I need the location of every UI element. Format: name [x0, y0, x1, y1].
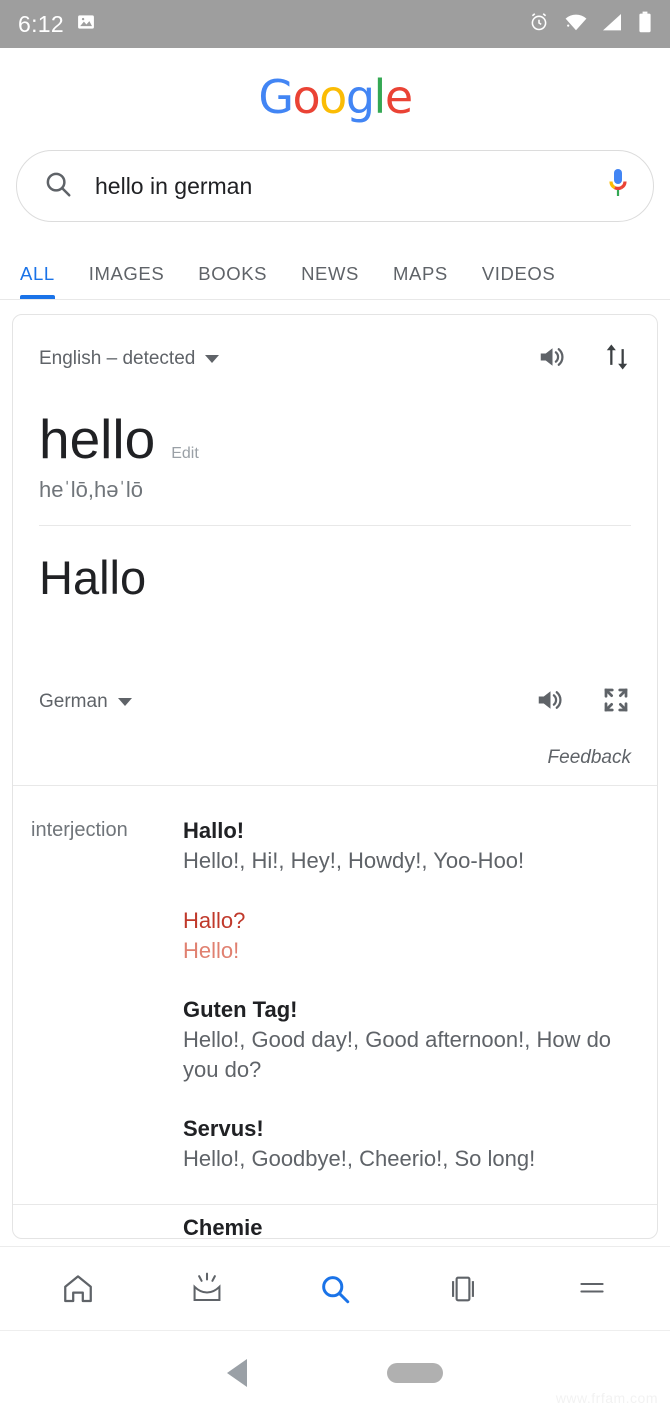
logo-letter-5: e: [384, 70, 413, 124]
appbar-item-menu[interactable]: [557, 1259, 627, 1319]
tab-news[interactable]: NEWS: [301, 263, 359, 299]
watermark: www.frfam.com: [555, 1390, 658, 1406]
target-language-selector[interactable]: German: [39, 691, 132, 713]
android-nav-bar[interactable]: www.frfam.com: [0, 1330, 670, 1414]
source-phonetic: heˈlō,həˈlō: [39, 476, 143, 502]
speaker-icon[interactable]: [533, 685, 567, 720]
google-logo: Google: [0, 48, 670, 124]
dictionary-section: interjection Hallo! Hello!, Hi!, Hey!, Ho…: [13, 785, 657, 1203]
translate-source-header: English – detected: [39, 339, 631, 379]
sense-term: Hallo?: [183, 907, 246, 933]
status-bar-right: [528, 11, 652, 38]
sense-item: Servus! Hello!, Goodbye!, Cheerio!, So lo…: [183, 1114, 639, 1173]
nav-home-pill[interactable]: [387, 1362, 443, 1383]
feedback-link[interactable]: Feedback: [13, 737, 657, 785]
status-time: 6:12: [18, 10, 64, 37]
appbar-item-home[interactable]: [43, 1259, 113, 1319]
search-icon: [43, 169, 73, 204]
next-section-partial: Chemie: [13, 1203, 657, 1238]
chevron-down-icon: [205, 355, 220, 363]
target-spacer: [39, 603, 631, 681]
result-tabs[interactable]: ALL IMAGES BOOKS NEWS MAPS VIDEOS: [0, 244, 670, 300]
speaker-icon[interactable]: [535, 342, 569, 377]
cell-signal-icon: [602, 12, 624, 37]
logo-letter-4: l: [373, 70, 387, 124]
logo-letter-3: g: [345, 70, 375, 124]
translate-divider: [39, 524, 631, 526]
logo-letter-2: o: [319, 70, 347, 124]
page-content[interactable]: Google hello in german ALL IMAGES BOOKS NEW…: [0, 48, 670, 1330]
appbar-item-search[interactable]: [300, 1259, 370, 1319]
tab-all[interactable]: ALL: [20, 263, 55, 299]
source-word: hello: [39, 408, 156, 470]
part-of-speech: interjection: [31, 819, 128, 842]
tab-maps[interactable]: MAPS: [393, 263, 448, 299]
chevron-down-icon: [117, 698, 132, 707]
tab-books[interactable]: BOOKS: [198, 263, 267, 299]
swap-vertical-icon[interactable]: [603, 340, 631, 379]
sense-term: Servus!: [183, 1116, 264, 1142]
source-language-selector[interactable]: English – detected: [39, 348, 220, 370]
alarm-icon: [528, 11, 550, 38]
appbar-item-tabs[interactable]: [428, 1259, 498, 1319]
edit-link[interactable]: Edit: [171, 445, 199, 463]
bottom-app-bar[interactable]: [0, 1246, 670, 1330]
target-word: Hallo: [39, 550, 147, 604]
battery-icon: [638, 11, 652, 38]
sense-item: Guten Tag! Hello!, Good day!, Good aftern…: [183, 995, 639, 1084]
image-icon: [76, 12, 96, 37]
translate-target-pane: Hallo German: [13, 552, 657, 738]
sense-gloss: Hello!, Hi!, Hey!, Howdy!, Yoo-Hoo!: [183, 848, 525, 874]
sense-list: Hallo! Hello!, Hi!, Hey!, Howdy!, Yoo-Hoo…: [183, 816, 639, 1177]
source-header-actions: [535, 340, 631, 379]
sense-gloss: Hello!, Goodbye!, Cheerio!, So long!: [183, 1145, 536, 1171]
source-word-row: hello Edit: [39, 408, 631, 470]
tab-images[interactable]: IMAGES: [89, 263, 165, 299]
sense-item: Hallo! Hello!, Hi!, Hey!, Howdy!, Yoo-Hoo…: [183, 816, 639, 875]
search-input[interactable]: hello in german: [95, 173, 605, 200]
logo-letter-0: G: [258, 70, 294, 124]
nav-back-icon[interactable]: [227, 1358, 247, 1387]
sense-gloss: Hello!: [183, 937, 240, 963]
sense-item: Hallo? Hello!: [183, 906, 639, 965]
microphone-icon[interactable]: [605, 166, 631, 207]
logo-letter-1: o: [292, 70, 321, 124]
translate-card: English – detected hello Edit heˈlō,həˈl…: [12, 314, 658, 1239]
status-bar: 6:12: [0, 0, 670, 48]
translate-target-footer: German: [39, 681, 631, 723]
sense-gloss: Hello!, Good day!, Good afternoon!, How …: [183, 1026, 612, 1082]
phone-screen: 6:12 Google hello in german ALL IMAGES B…: [0, 0, 670, 1414]
target-language-label: German: [39, 691, 108, 713]
sense-term: Hallo!: [183, 818, 245, 844]
status-bar-left: 6:12: [18, 11, 96, 38]
appbar-item-discover[interactable]: [172, 1259, 242, 1319]
fullscreen-icon[interactable]: [601, 685, 631, 720]
tab-videos[interactable]: VIDEOS: [482, 263, 556, 299]
wifi-icon: [564, 12, 588, 37]
search-bar[interactable]: hello in german: [16, 150, 654, 222]
sense-term: Guten Tag!: [183, 997, 298, 1023]
translate-source-pane: English – detected hello Edit heˈlō,həˈl…: [13, 315, 657, 526]
target-footer-actions: [533, 685, 631, 720]
source-language-label: English – detected: [39, 348, 196, 369]
